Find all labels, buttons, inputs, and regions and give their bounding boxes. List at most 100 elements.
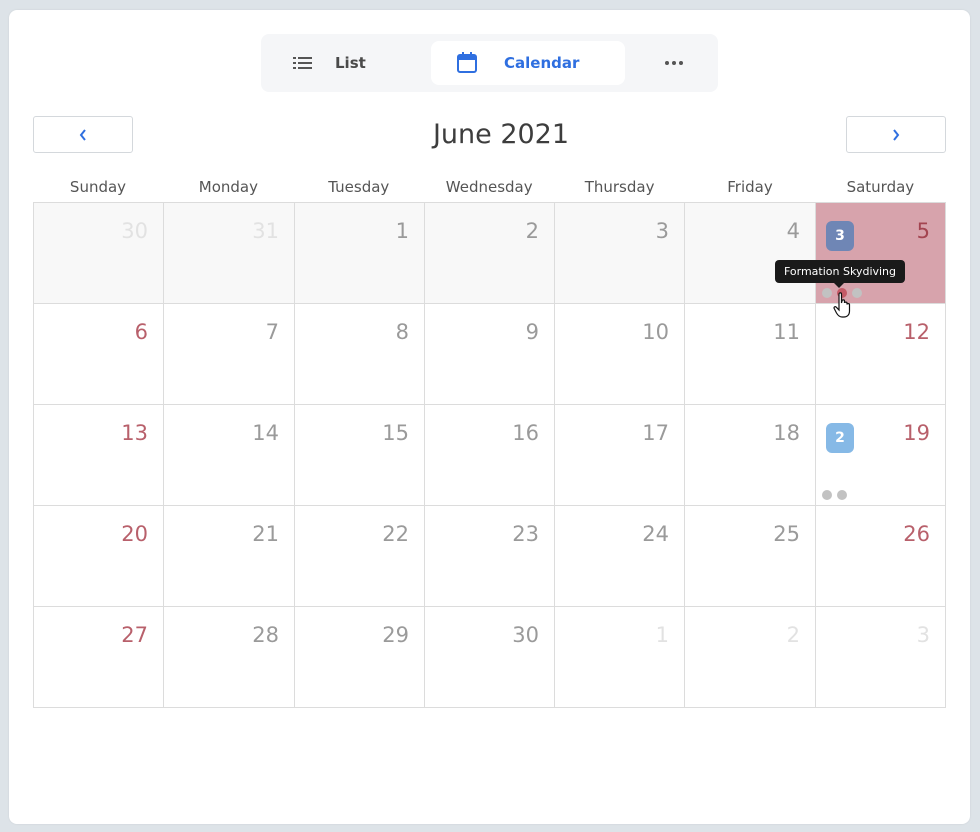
weekday-header: Friday — [727, 178, 773, 196]
list-icon — [293, 56, 313, 70]
weekday-header: Monday — [198, 178, 258, 196]
day-cell[interactable]: 25 — [685, 506, 816, 607]
day-cell[interactable]: 13 — [34, 405, 164, 506]
day-number: 27 — [121, 623, 148, 647]
view-switcher: List Calendar — [261, 34, 718, 92]
event-count-badge[interactable]: 3 — [826, 221, 854, 251]
day-number: 21 — [252, 522, 279, 546]
day-cell[interactable]: 14 — [164, 405, 295, 506]
day-cell[interactable]: 22 — [295, 506, 425, 607]
day-cell[interactable]: 3 — [555, 203, 685, 304]
day-number: 3 — [655, 219, 669, 243]
day-cell[interactable]: 17 — [555, 405, 685, 506]
day-number: 31 — [252, 219, 279, 243]
day-cell[interactable]: 9 — [425, 304, 555, 405]
weekday-header-row: Sunday Monday Tuesday Wednesday Thursday Frid… — [33, 178, 946, 198]
weekday-header: Thursday — [584, 178, 655, 196]
hand-cursor-icon — [833, 292, 851, 318]
event-tooltip: Formation Skydiving — [775, 260, 905, 288]
month-title: June 2021 — [432, 119, 570, 150]
day-number: 11 — [773, 320, 800, 344]
day-cell[interactable]: 1 — [555, 607, 685, 708]
day-number: 2 — [786, 623, 800, 647]
weekday-header: Wednesday — [445, 178, 533, 196]
event-dot[interactable] — [822, 288, 832, 298]
day-number: 17 — [642, 421, 669, 445]
day-cell[interactable]: 20 — [34, 506, 164, 607]
day-number: 10 — [642, 320, 669, 344]
day-number: 13 — [121, 421, 148, 445]
day-cell[interactable]: 1 — [295, 203, 425, 304]
day-cell[interactable]: 2 — [425, 203, 555, 304]
day-number: 4 — [786, 219, 800, 243]
day-cell[interactable]: 31 — [164, 203, 295, 304]
day-number: 18 — [773, 421, 800, 445]
day-cell[interactable]: 53 — [816, 203, 946, 304]
weekday-header: Saturday — [846, 178, 915, 196]
day-number: 8 — [395, 320, 409, 344]
more-options-button[interactable] — [654, 41, 694, 85]
day-cell[interactable]: 8 — [295, 304, 425, 405]
more-horizontal-icon — [665, 61, 683, 65]
calendar-tab-label: Calendar — [504, 54, 580, 72]
day-cell[interactable]: 23 — [425, 506, 555, 607]
weekday-header: Sunday — [69, 178, 127, 196]
day-number: 7 — [265, 320, 279, 344]
list-view-tab[interactable]: List — [285, 41, 415, 85]
day-cell[interactable]: 3 — [816, 607, 946, 708]
day-cell[interactable]: 21 — [164, 506, 295, 607]
day-number: 23 — [512, 522, 539, 546]
next-month-button[interactable] — [846, 116, 946, 153]
day-number: 1 — [395, 219, 409, 243]
day-cell[interactable]: 28 — [164, 607, 295, 708]
day-cell[interactable]: 12 — [816, 304, 946, 405]
chevron-right-icon — [893, 128, 900, 141]
day-number: 30 — [121, 219, 148, 243]
day-number: 2 — [525, 219, 539, 243]
day-cell[interactable]: 19 2 — [816, 405, 946, 506]
day-number: 12 — [903, 320, 930, 344]
event-dot[interactable] — [822, 490, 832, 500]
day-number: 16 — [512, 421, 539, 445]
day-number: 28 — [252, 623, 279, 647]
day-number: 14 — [252, 421, 279, 445]
day-cell[interactable]: 27 — [34, 607, 164, 708]
day-number: 6 — [134, 320, 148, 344]
day-number: 9 — [525, 320, 539, 344]
day-number: 1 — [655, 623, 669, 647]
event-tooltip-text: Formation Skydiving — [783, 265, 897, 278]
day-number: 30 — [512, 623, 539, 647]
event-count-badge[interactable]: 2 — [826, 423, 854, 453]
day-cell[interactable]: 16 — [425, 405, 555, 506]
day-number: 26 — [903, 522, 930, 546]
day-cell[interactable]: 26 — [816, 506, 946, 607]
day-cell[interactable]: 7 — [164, 304, 295, 405]
day-cell[interactable]: 18 — [685, 405, 816, 506]
day-cell[interactable]: 2 — [685, 607, 816, 708]
day-cell[interactable]: 30 — [425, 607, 555, 708]
day-number: 19 — [903, 421, 930, 445]
day-number: 15 — [382, 421, 409, 445]
day-cell[interactable]: 29 — [295, 607, 425, 708]
event-dot[interactable] — [852, 288, 862, 298]
calendar-view-tab[interactable]: Calendar — [431, 41, 625, 85]
day-number: 5 — [916, 219, 930, 243]
day-number: 24 — [642, 522, 669, 546]
day-cell[interactable]: 15 — [295, 405, 425, 506]
day-cell[interactable]: 11 — [685, 304, 816, 405]
day-number: 25 — [773, 522, 800, 546]
calendar-icon — [456, 52, 478, 74]
day-number: 20 — [121, 522, 148, 546]
day-cell[interactable]: 24 — [555, 506, 685, 607]
event-dots — [822, 490, 847, 500]
day-number: 3 — [916, 623, 930, 647]
event-dot[interactable] — [837, 490, 847, 500]
weekday-header: Tuesday — [328, 178, 390, 196]
day-cell[interactable]: 30 — [34, 203, 164, 304]
day-number: 29 — [382, 623, 409, 647]
day-cell[interactable]: 6 — [34, 304, 164, 405]
day-number: 22 — [382, 522, 409, 546]
day-cell[interactable]: 4 — [685, 203, 816, 304]
day-cell[interactable]: 10 — [555, 304, 685, 405]
list-tab-label: List — [335, 54, 366, 72]
